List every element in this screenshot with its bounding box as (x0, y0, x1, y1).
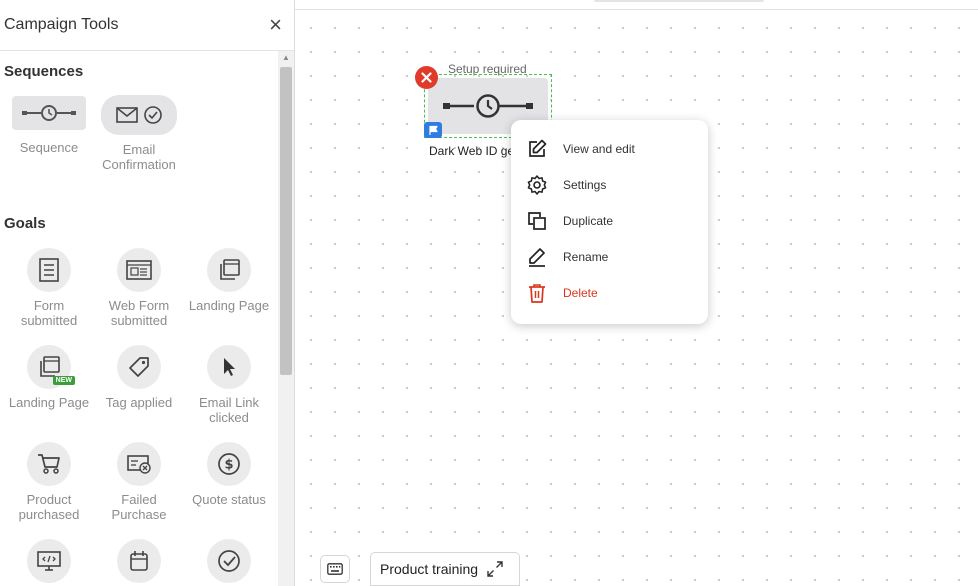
tool-label: Product purchased (18, 492, 80, 522)
duplicate-icon (527, 211, 547, 231)
cart-icon (27, 442, 71, 486)
tag-icon (117, 345, 161, 389)
tool-failed-purchase[interactable]: Failed Purchase (94, 442, 184, 522)
new-badge: NEW (52, 376, 75, 385)
sequence-timer-icon (443, 94, 533, 118)
tool-landing-page[interactable]: Landing Page (184, 248, 274, 313)
node-context-menu: View and edit Settings Duplicate Rename … (511, 120, 708, 324)
landing-page-new-icon: NEW (27, 345, 75, 389)
form-icon (27, 248, 71, 292)
landing-page-icon (207, 248, 251, 292)
menu-item-label: Rename (563, 250, 609, 264)
tool-label: Email Link clicked (199, 395, 259, 425)
tool-product-purchased[interactable]: Product purchased (4, 442, 94, 522)
close-panel-icon[interactable]: × (269, 14, 282, 36)
calendar-icon (117, 539, 161, 583)
tool-appointment[interactable] (94, 539, 184, 583)
menu-item-label: Settings (563, 178, 607, 192)
tool-web-form-submitted[interactable]: Web Form submitted (94, 248, 184, 328)
panel-title: Campaign Tools (4, 16, 119, 33)
tools-list: Sequences Sequence Email Confirmation Go… (0, 51, 278, 586)
web-form-icon (117, 248, 161, 292)
cursor-icon (207, 345, 251, 389)
canvas-top-border (295, 9, 978, 10)
flag-icon[interactable] (424, 122, 442, 138)
menu-item-settings[interactable]: Settings (511, 167, 708, 203)
scroll-thumb[interactable] (280, 67, 292, 375)
tool-label: Landing Page (8, 395, 90, 410)
panel-header: Campaign Tools × (0, 0, 294, 51)
pen-icon (527, 247, 547, 267)
tool-tag-applied[interactable]: Tag applied (94, 345, 184, 410)
tool-label: Quote status (192, 492, 266, 507)
keyboard-shortcuts-button[interactable] (320, 555, 350, 583)
section-title-goals: Goals (4, 215, 46, 232)
node-name[interactable]: Dark Web ID ge (429, 144, 519, 158)
tool-form-submitted[interactable]: Form submitted (4, 248, 94, 328)
code-monitor-icon (27, 539, 71, 583)
menu-item-label: View and edit (563, 142, 635, 156)
tool-email-confirmation[interactable]: Email Confirmation (94, 95, 184, 172)
menu-item-delete[interactable]: Delete (511, 275, 708, 311)
error-close-icon[interactable] (415, 66, 438, 89)
section-title-sequences: Sequences (4, 63, 84, 80)
tool-label: Sequence (19, 140, 79, 155)
product-training-button[interactable]: Product training (370, 552, 520, 586)
tool-email-link-clicked[interactable]: Email Link clicked (184, 345, 274, 425)
menu-item-view-edit[interactable]: View and edit (511, 131, 708, 167)
campaign-tools-panel: Campaign Tools × Sequences Sequence Emai… (0, 0, 295, 586)
gear-icon (527, 175, 547, 195)
tool-landing-page-new[interactable]: NEW Landing Page (4, 345, 94, 410)
menu-item-duplicate[interactable]: Duplicate (511, 203, 708, 239)
svg-text:$: $ (224, 458, 233, 473)
panel-scrollbar[interactable]: ▲ (278, 51, 294, 586)
product-training-label: Product training (380, 561, 479, 577)
dollar-icon: $ (207, 442, 251, 486)
sequence-timer-icon (12, 96, 86, 130)
menu-item-rename[interactable]: Rename (511, 239, 708, 275)
tool-label: Email Confirmation (102, 142, 176, 172)
email-confirm-icon (101, 95, 177, 135)
edit-icon (527, 139, 547, 159)
tool-label: Landing Page (188, 298, 270, 313)
menu-item-label: Duplicate (563, 214, 614, 228)
keyboard-icon (327, 563, 343, 575)
trash-icon (527, 283, 547, 303)
expand-icon (487, 561, 503, 577)
tool-code-snippet[interactable] (4, 539, 94, 583)
top-tab-indicator (594, 0, 764, 2)
failed-purchase-icon (117, 442, 161, 486)
tool-task-completed[interactable] (184, 539, 274, 583)
tool-label: Form submitted (20, 298, 78, 328)
tool-quote-status[interactable]: $ Quote status (184, 442, 274, 507)
scroll-up-arrow-icon[interactable]: ▲ (278, 53, 294, 65)
tool-sequence[interactable]: Sequence (4, 96, 94, 155)
check-circle-icon (207, 539, 251, 583)
tool-label: Failed Purchase (111, 492, 167, 522)
menu-item-label: Delete (563, 286, 598, 300)
tool-label: Tag applied (105, 395, 173, 410)
tool-label: Web Form submitted (108, 298, 170, 328)
